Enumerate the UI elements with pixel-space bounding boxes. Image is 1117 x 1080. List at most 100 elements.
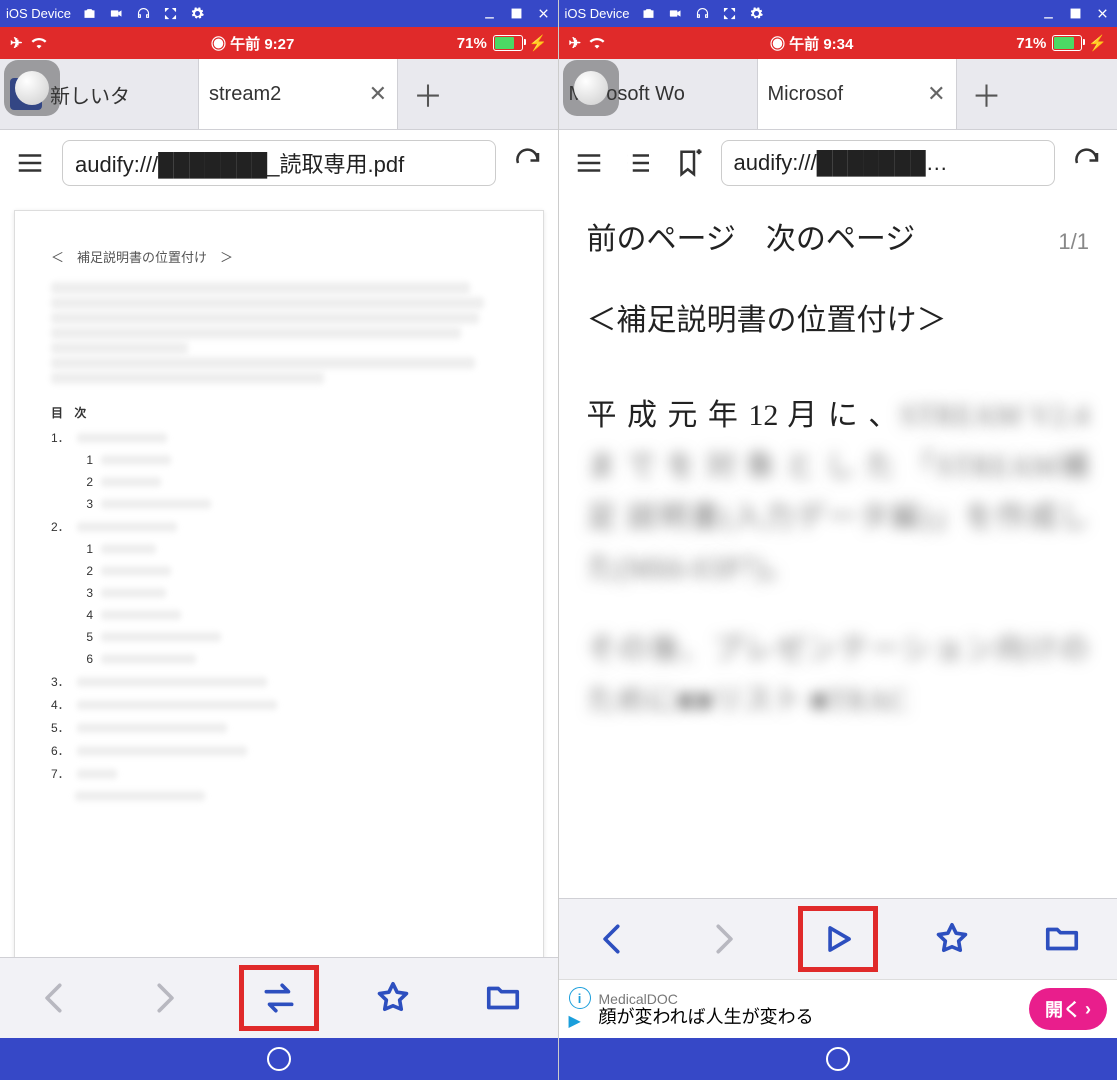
ad-banner[interactable]: i ▶ MedicalDOC 顔が変われば人生が変わる 開く ›	[559, 979, 1117, 1038]
menu-button[interactable]	[12, 145, 48, 181]
wifi-icon	[29, 33, 49, 53]
chevron-right-icon: ›	[1085, 999, 1091, 1020]
pdf-toc: 目 次 1． 1 2 3 2． 1 2 3 4 5 6 3． 4． 5． 6．	[51, 404, 507, 804]
ad-publisher: MedicalDOC	[599, 991, 814, 1007]
favorite-button[interactable]	[358, 970, 428, 1026]
battery-icon	[1052, 35, 1082, 51]
new-tab-button[interactable]: ＋	[957, 59, 1017, 129]
charging-icon: ⚡	[1088, 34, 1107, 52]
left-device: iOS Device ✈ ◉ 午前 9:27 71% ⚡	[0, 0, 559, 1080]
url-toolbar: audify:///███████_読取専用.pdf	[0, 130, 558, 196]
nav-back-button[interactable]	[20, 970, 90, 1026]
ios-status-bar: ✈ ◉ 午前 9:27 71% ⚡	[0, 27, 558, 59]
ad-cta-label: 開く	[1045, 996, 1081, 1022]
tab-1[interactable]: stream2 ✕	[199, 59, 398, 129]
play-button[interactable]	[798, 906, 878, 972]
emulator-navbar	[0, 1038, 558, 1080]
close-window-icon[interactable]	[1094, 5, 1111, 22]
home-button-icon[interactable]	[826, 1047, 850, 1071]
assistive-touch[interactable]	[563, 60, 619, 116]
reader-p2-blurred: その後、プレゼンテーション向けのために■■リスト ■TRAC	[587, 624, 1090, 726]
menu-button[interactable]	[571, 145, 607, 181]
video-icon[interactable]	[108, 5, 125, 22]
home-button-icon[interactable]	[267, 1047, 291, 1071]
fullscreen-icon[interactable]	[162, 5, 179, 22]
status-time: 午前 9:34	[789, 36, 853, 53]
nav-back-button[interactable]	[578, 911, 648, 967]
emulator-titlebar: iOS Device	[559, 0, 1117, 27]
reload-button[interactable]	[510, 145, 546, 181]
camera-icon[interactable]	[81, 5, 98, 22]
close-window-icon[interactable]	[535, 5, 552, 22]
camera-icon[interactable]	[640, 5, 657, 22]
minimize-icon[interactable]	[481, 5, 498, 22]
tab-1[interactable]: Microsof ✕	[758, 59, 957, 129]
battery-percent: 71%	[1016, 35, 1046, 52]
pdf-viewport[interactable]: ＜ 補足説明書の位置付け ＞ 目 次 1． 1 2 3 2． 1 2 3	[0, 196, 558, 957]
maximize-icon[interactable]	[508, 5, 525, 22]
url-text: audify:///███████…	[734, 150, 948, 176]
maximize-icon[interactable]	[1067, 5, 1084, 22]
ad-close-icon[interactable]: ▶	[569, 1011, 591, 1031]
ad-headline: 顔が変われば人生が変わる	[599, 1007, 814, 1028]
assistive-touch[interactable]	[4, 60, 60, 116]
ios-status-bar: ✈ ◉ 午前 9:34 71% ⚡	[559, 27, 1117, 59]
tab-label: stream2	[209, 83, 281, 106]
emulator-navbar	[559, 1038, 1117, 1080]
airplane-icon: ✈	[10, 34, 23, 52]
prev-page-link[interactable]: 前のページ	[587, 214, 736, 265]
minimize-icon[interactable]	[1040, 5, 1057, 22]
next-page-link[interactable]: 次のページ	[766, 214, 915, 265]
headphones-icon[interactable]	[135, 5, 152, 22]
folder-button[interactable]	[468, 970, 538, 1026]
emulator-title: iOS Device	[565, 6, 630, 21]
airplane-icon: ✈	[569, 34, 582, 52]
reader-viewport[interactable]: 前のページ 次のページ 1/1 ＜補足説明書の位置付け＞ 平 成 元 年 12 …	[559, 196, 1117, 898]
page-counter: 1/1	[1058, 223, 1089, 260]
reader-heading: ＜補足説明書の位置付け＞	[587, 295, 1090, 346]
nav-forward-button[interactable]	[129, 970, 199, 1026]
headphones-icon[interactable]	[694, 5, 711, 22]
ad-info-icon[interactable]: i	[569, 987, 591, 1009]
emulator-title: iOS Device	[6, 6, 71, 21]
toc-button[interactable]	[621, 145, 657, 181]
status-time: 午前 9:27	[230, 36, 294, 53]
close-tab-icon[interactable]: ✕	[369, 81, 387, 107]
charging-icon: ⚡	[529, 34, 548, 52]
toc-title: 目 次	[51, 404, 507, 421]
right-device: iOS Device ✈ ◉ 午前 9:34 71% ⚡	[559, 0, 1117, 1080]
bottom-toolbar	[0, 957, 558, 1038]
battery-icon	[493, 35, 523, 51]
gear-icon[interactable]	[748, 5, 765, 22]
tab-label: 新しいタ	[50, 80, 130, 109]
url-toolbar: audify:///███████…	[559, 130, 1117, 196]
folder-button[interactable]	[1027, 911, 1097, 967]
tab-strip: Microsoft Wo Microsof ✕ ＋	[559, 59, 1117, 130]
reload-button[interactable]	[1069, 145, 1105, 181]
swap-mode-button[interactable]	[239, 965, 319, 1031]
pdf-heading: ＜ 補足説明書の位置付け ＞	[51, 247, 507, 266]
new-tab-button[interactable]: ＋	[398, 59, 458, 129]
record-icon: ◉	[770, 36, 785, 53]
bottom-toolbar	[559, 898, 1117, 979]
url-field[interactable]: audify:///███████…	[721, 140, 1056, 186]
record-icon: ◉	[211, 36, 226, 53]
add-bookmark-button[interactable]	[671, 145, 707, 181]
url-text: audify:///███████_読取専用.pdf	[75, 147, 404, 179]
emulator-titlebar: iOS Device	[0, 0, 558, 27]
fullscreen-icon[interactable]	[721, 5, 738, 22]
nav-forward-button[interactable]	[688, 911, 758, 967]
tab-strip: 新しいタ stream2 ✕ ＋	[0, 59, 558, 130]
pdf-page: ＜ 補足説明書の位置付け ＞ 目 次 1． 1 2 3 2． 1 2 3	[14, 210, 544, 957]
reader-p1-visible: 平 成 元 年 12 月 に 、	[587, 399, 900, 432]
wifi-icon	[587, 33, 607, 53]
favorite-button[interactable]	[917, 911, 987, 967]
video-icon[interactable]	[667, 5, 684, 22]
ad-cta-button[interactable]: 開く ›	[1029, 988, 1107, 1030]
gear-icon[interactable]	[189, 5, 206, 22]
reader-body: 前のページ 次のページ 1/1 ＜補足説明書の位置付け＞ 平 成 元 年 12 …	[559, 196, 1117, 744]
battery-percent: 71%	[457, 35, 487, 52]
close-tab-icon[interactable]: ✕	[927, 81, 945, 107]
tab-label: Microsof	[768, 83, 844, 106]
url-field[interactable]: audify:///███████_読取専用.pdf	[62, 140, 496, 186]
